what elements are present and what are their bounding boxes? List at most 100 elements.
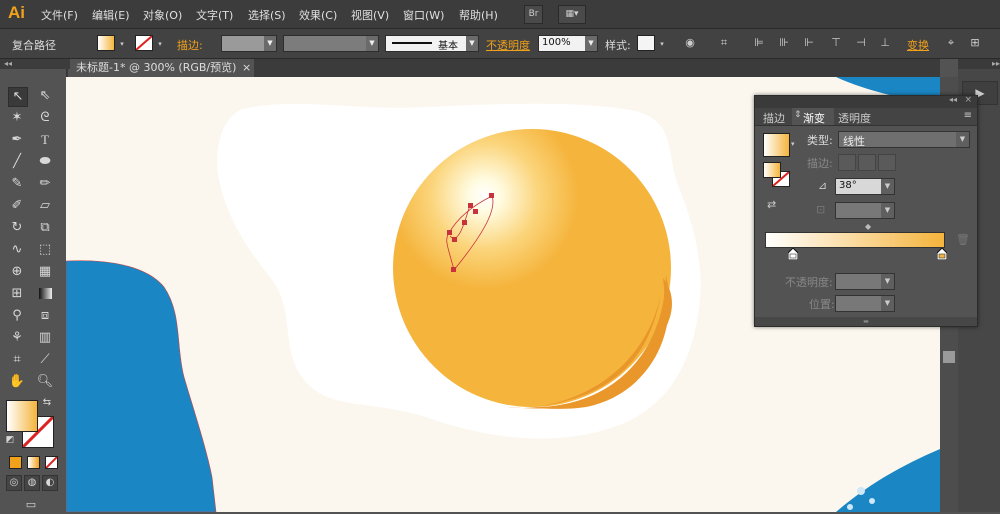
draw-normal-icon[interactable]: ◎ (6, 475, 22, 491)
graphic-style-swatch[interactable] (637, 35, 655, 51)
stroke-within-icon[interactable] (838, 154, 856, 171)
mesh-tool-icon[interactable]: ⊞ (8, 285, 26, 303)
direct-selection-tool-icon[interactable]: ⇖ (36, 87, 54, 105)
magic-wand-tool-icon[interactable]: ✶ (8, 109, 26, 127)
eyedropper-tool-icon[interactable]: ⚲ (8, 307, 26, 325)
blob-brush-tool-icon[interactable]: ✐ (8, 197, 26, 215)
align-middle-icon[interactable]: ⊣ (854, 36, 868, 50)
ellipse-tool-icon[interactable]: ⬬ (36, 153, 54, 171)
gradient-mode-icon[interactable] (27, 456, 40, 469)
midpoint-diamond-icon[interactable]: ◆ (865, 222, 871, 231)
variable-width-field[interactable]: ▼ (283, 35, 379, 52)
stroke-across-icon[interactable] (878, 154, 896, 171)
chevron-down-icon[interactable]: ▾ (791, 140, 795, 148)
opacity-label[interactable]: 不透明度 (486, 37, 530, 53)
fill-dropdown-icon[interactable]: ▾ (115, 37, 129, 51)
opacity-field[interactable]: 100% ▼ (538, 35, 598, 52)
transform-link[interactable]: 变换 (907, 37, 929, 53)
menu-effect[interactable]: 效果(C) (299, 7, 337, 23)
menu-window[interactable]: 窗口(W) (403, 7, 444, 23)
type-tool-icon[interactable]: T (36, 131, 54, 149)
gradient-slider[interactable] (765, 232, 945, 248)
stroke-profile-field[interactable]: 基本 ▼ (385, 35, 479, 52)
style-dropdown-icon[interactable]: ▾ (655, 37, 669, 51)
angle-field[interactable]: 38° ▼ (835, 178, 895, 195)
align-bottom-icon[interactable]: ⊥ (878, 36, 892, 50)
arrange-documents-button[interactable]: ▦▾ (558, 5, 586, 24)
document-tab[interactable]: 未标题-1* @ 300% (RGB/预览) × (68, 59, 254, 77)
tab-gradient[interactable]: 渐变 (803, 110, 825, 126)
anchor-point[interactable] (468, 203, 473, 208)
fill-color-swatch[interactable] (6, 400, 38, 432)
blue-shape-bottom-right[interactable] (836, 449, 940, 512)
panel-header[interactable]: ◂◂ × (755, 95, 977, 108)
none-mode-icon[interactable] (45, 456, 58, 469)
align-top-icon[interactable]: ⊤ (829, 36, 843, 50)
menu-object[interactable]: 对象(O) (143, 7, 182, 23)
selection-tool-icon[interactable]: ↖ (8, 87, 28, 107)
perspective-grid-tool-icon[interactable]: ▦ (36, 263, 54, 281)
egg-yolk[interactable] (393, 129, 671, 407)
gradient-type-select[interactable]: 线性 ▼ (838, 131, 970, 148)
draw-inside-icon[interactable]: ◐ (42, 475, 58, 491)
anchor-point[interactable] (462, 220, 467, 225)
expand-icon[interactable]: ▸▸ (958, 59, 1000, 69)
hand-tool-icon[interactable]: ✋ (8, 373, 26, 391)
reverse-gradient-icon[interactable]: ⇄ (767, 198, 776, 211)
anchor-point[interactable] (489, 193, 494, 198)
tab-transparency[interactable]: 透明度 (838, 110, 871, 126)
menu-select[interactable]: 选择(S) (248, 7, 286, 23)
artboard-tool-icon[interactable]: ⌗ (8, 351, 26, 369)
close-icon[interactable]: × (242, 59, 251, 77)
menu-file[interactable]: 文件(F) (41, 7, 78, 23)
line-tool-icon[interactable]: ╱ (8, 153, 26, 171)
swap-colors-icon[interactable]: ⇆ (40, 396, 54, 410)
rotate-tool-icon[interactable]: ↻ (8, 219, 26, 237)
recolor-artwork-icon[interactable]: ◉ (683, 36, 697, 50)
delete-stop-icon[interactable]: 🗑︎ (956, 233, 970, 246)
slice-tool-icon[interactable]: ⟋ (36, 351, 54, 369)
tab-stroke[interactable]: 描边 (763, 110, 785, 126)
column-graph-tool-icon[interactable]: ▥ (36, 329, 54, 347)
stroke-swatch[interactable] (135, 35, 153, 51)
tab-gradient-active[interactable]: ⇕ 渐变 (792, 108, 834, 125)
scale-tool-icon[interactable]: ⧉ (36, 219, 54, 237)
align-right-icon[interactable]: ⊩ (802, 36, 816, 50)
anchor-point[interactable] (451, 267, 456, 272)
menu-view[interactable]: 视图(V) (351, 7, 389, 23)
bridge-button[interactable]: Br (524, 5, 543, 24)
zoom-tool-icon[interactable]: 🔍︎ (36, 373, 54, 391)
color-mode-icon[interactable] (9, 456, 22, 469)
stroke-dropdown-icon[interactable]: ▾ (153, 37, 167, 51)
warp-tool-icon[interactable]: ∿ (8, 241, 26, 259)
screen-mode-icon[interactable]: ▭ (22, 496, 40, 514)
menu-type[interactable]: 文字(T) (196, 7, 233, 23)
close-icon[interactable]: × (964, 95, 972, 105)
align-to-icon[interactable]: ⌗ (717, 36, 731, 50)
align-center-icon[interactable]: ⊪ (777, 36, 791, 50)
gradient-tool-icon[interactable] (36, 285, 54, 303)
pen-tool-icon[interactable]: ✒ (8, 131, 26, 149)
symbol-sprayer-tool-icon[interactable]: ⚘ (8, 329, 26, 347)
draw-behind-icon[interactable]: ◍ (24, 475, 40, 491)
collapse-icon[interactable]: ◂◂ (0, 59, 70, 69)
color-stop-yellow[interactable] (937, 248, 947, 260)
anchor-point[interactable] (447, 230, 452, 235)
panel-menu-icon[interactable]: ⊞ (968, 36, 982, 50)
shape-builder-tool-icon[interactable]: ⊕ (8, 263, 26, 281)
color-stop-white[interactable] (788, 248, 798, 260)
stroke-along-icon[interactable] (858, 154, 876, 171)
anchor-point[interactable] (473, 209, 478, 214)
paintbrush-tool-icon[interactable]: ✎ (8, 175, 26, 193)
fill-mini-swatch[interactable] (763, 162, 781, 178)
eraser-tool-icon[interactable]: ▱ (36, 197, 54, 215)
blend-tool-icon[interactable]: ⧈ (36, 307, 54, 325)
lasso-tool-icon[interactable]: ᘓ (36, 109, 54, 127)
isolate-icon[interactable]: ⌖ (944, 36, 958, 50)
panel-resize-handle[interactable]: ▬ (755, 317, 977, 326)
collapse-icon[interactable]: ◂◂ (949, 95, 957, 104)
gradient-thumbnail[interactable] (763, 133, 790, 157)
fill-swatch[interactable] (97, 35, 115, 51)
panel-menu-icon[interactable]: ≡ (964, 110, 972, 121)
menu-help[interactable]: 帮助(H) (459, 7, 498, 23)
